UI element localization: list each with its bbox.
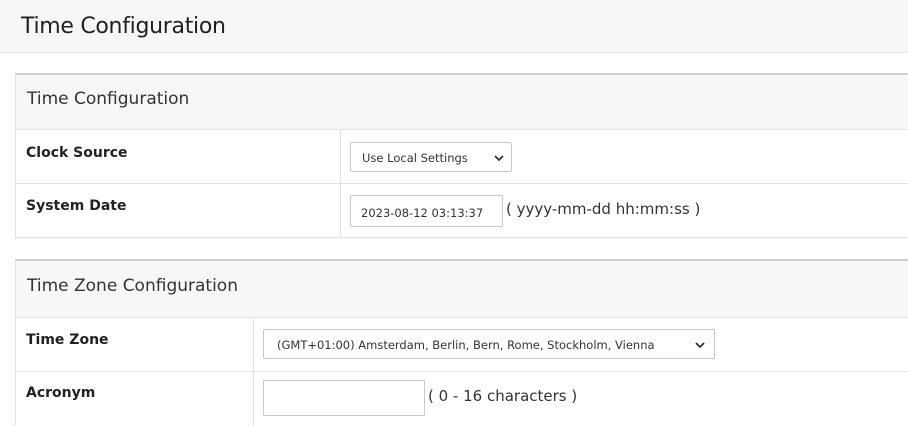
system-date-format-hint: ( yyyy-mm-dd hh:mm:ss ) xyxy=(506,200,701,218)
system-date-input[interactable]: 2023-08-12 03:13:37 xyxy=(350,195,503,227)
time-zone-configuration-panel: Time Zone Configuration Time Zone (GMT+0… xyxy=(15,259,908,426)
column-divider xyxy=(340,130,341,183)
page-header: Time Configuration xyxy=(0,0,908,53)
time-zone-row: Time Zone (GMT+01:00) Amsterdam, Berlin,… xyxy=(16,318,908,372)
system-date-label: System Date xyxy=(26,198,127,214)
clock-source-select[interactable]: Use Local Settings xyxy=(350,142,512,172)
acronym-row: Acronym ( 0 - 16 characters ) xyxy=(16,372,908,426)
time-configuration-heading-text: Time Configuration xyxy=(27,89,190,109)
time-zone-select[interactable]: (GMT+01:00) Amsterdam, Berlin, Bern, Rom… xyxy=(263,329,715,359)
acronym-length-hint: ( 0 - 16 characters ) xyxy=(428,387,578,405)
time-zone-label: Time Zone xyxy=(26,332,109,348)
column-divider xyxy=(253,372,254,426)
clock-source-label: Clock Source xyxy=(26,145,128,161)
time-configuration-heading: Time Configuration xyxy=(16,75,908,130)
acronym-label: Acronym xyxy=(26,385,96,401)
system-date-row: System Date 2023-08-12 03:13:37 ( yyyy-m… xyxy=(16,184,908,238)
time-configuration-panel: Time Configuration Clock Source Use Loca… xyxy=(15,73,908,239)
time-zone-selected-value: (GMT+01:00) Amsterdam, Berlin, Bern, Rom… xyxy=(277,338,655,352)
chevron-down-icon xyxy=(494,155,504,162)
clock-source-selected-value: Use Local Settings xyxy=(362,151,468,165)
system-date-value: 2023-08-12 03:13:37 xyxy=(361,206,484,220)
column-divider xyxy=(340,184,341,237)
clock-source-row: Clock Source Use Local Settings xyxy=(16,130,908,184)
column-divider xyxy=(253,318,254,371)
acronym-input[interactable] xyxy=(263,380,425,416)
chevron-down-icon xyxy=(695,342,705,349)
time-zone-configuration-heading: Time Zone Configuration xyxy=(16,261,908,318)
time-zone-configuration-heading-text: Time Zone Configuration xyxy=(27,276,238,296)
page-title: Time Configuration xyxy=(21,14,226,39)
